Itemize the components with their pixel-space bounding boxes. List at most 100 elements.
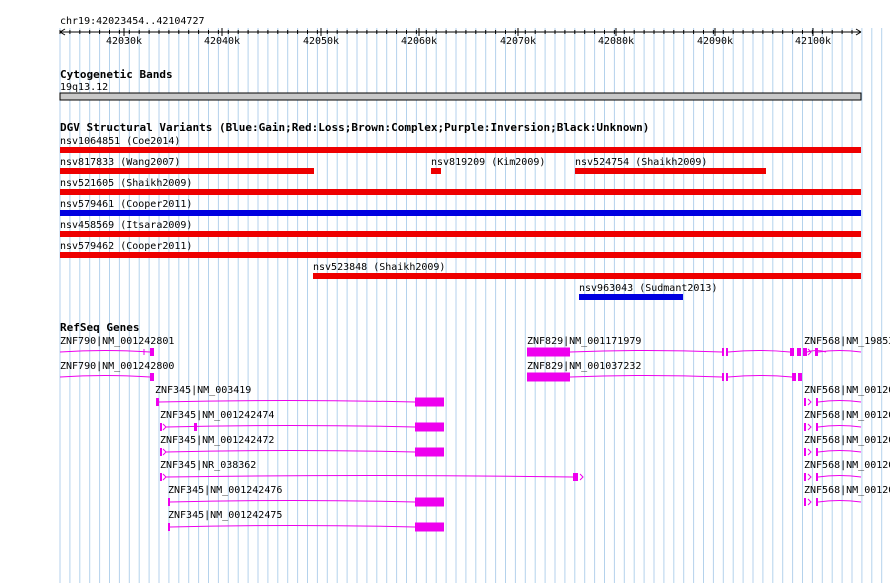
gene-exon [168, 498, 170, 506]
cytoband-track: Cytogenetic Bands 19q13.12 [59, 68, 862, 101]
refseq-title: RefSeq Genes [60, 321, 139, 334]
vertical-grid [59, 28, 883, 583]
dgv-variant-bar[interactable] [60, 231, 861, 237]
refseq-gene[interactable]: ZNF790|NM_001242800 [59, 361, 174, 381]
ruler-tick-label: 42040k [204, 36, 240, 47]
gene-exon [804, 448, 806, 456]
dgv-track: DGV Structural Variants (Blue:Gain;Red:L… [60, 121, 861, 300]
genome-browser-view: chr19:42023454..42104727 42030k 42040k 420… [0, 0, 890, 583]
dgv-variant-bar[interactable] [579, 294, 683, 300]
gene-exon [150, 348, 154, 356]
gene-label: ZNF568|NM_001204836 [804, 410, 890, 421]
dgv-variant[interactable]: nsv817833 (Wang2007) [60, 157, 314, 174]
gene-label: ZNF345|NM_001242476 [168, 485, 282, 496]
ruler-tick-label: 42060k [401, 36, 437, 47]
gene-label: ZNF345|NM_001242472 [160, 435, 274, 446]
gene-intron [169, 525, 416, 528]
region-label: chr19:42023454..42104727 [60, 16, 205, 27]
gene-exon [527, 372, 570, 382]
dgv-variant[interactable]: nsv1064851 (Coe2014) [60, 136, 861, 153]
strand-arrow [162, 423, 167, 431]
gene-exon [816, 398, 818, 406]
dgv-variant[interactable]: nsv458569 (Itsara2009) [60, 220, 861, 237]
gene-label: ZNF345|NM_003419 [155, 385, 251, 396]
gene-intron [165, 450, 416, 453]
cytoband-19q13-12[interactable] [59, 92, 862, 101]
gene-label: ZNF568|NM_001204839 [804, 485, 890, 496]
refseq-gene[interactable]: ZNF568|NM_001204838 [804, 460, 890, 481]
gene-exon [726, 348, 728, 356]
genome-browser-canvas: chr19:42023454..42104727 42030k 42040k 420… [59, 16, 890, 583]
strand-arrow [807, 473, 812, 481]
ruler-tick-label: 42070k [500, 36, 536, 47]
refseq-gene[interactable]: ZNF345|NM_001242474 [160, 410, 444, 432]
gene-exon [160, 423, 162, 431]
gene-exon [194, 423, 197, 431]
strand-arrow [162, 473, 167, 481]
dgv-variant-label: nsv1064851 (Coe2014) [60, 136, 180, 147]
ruler-tick-label: 42030k [106, 36, 142, 47]
dgv-variant-label: nsv579462 (Cooper2011) [60, 241, 192, 252]
dgv-variant-bar[interactable] [60, 147, 861, 153]
refseq-gene[interactable]: ZNF568|NM_001204839 [804, 485, 890, 506]
gene-intron [569, 350, 723, 353]
refseq-gene[interactable]: ZNF568|NM_198539 [804, 336, 890, 356]
dgv-variant-bar[interactable] [313, 273, 861, 279]
gene-label: ZNF345|NR_038362 [160, 460, 256, 471]
dgv-variant-bar[interactable] [60, 210, 861, 216]
gene-exon [415, 447, 444, 457]
refseq-gene[interactable]: ZNF345|NM_001242476 [168, 485, 444, 507]
dgv-variant[interactable]: nsv523848 (Shaikh2009) [313, 262, 861, 279]
strand-arrow [807, 498, 812, 506]
gene-exon [804, 348, 806, 356]
dgv-variant-label: nsv817833 (Wang2007) [60, 157, 180, 168]
refseq-gene[interactable]: ZNF790|NM_001242801 [59, 336, 174, 356]
dgv-variant-bar[interactable] [60, 189, 861, 195]
dgv-variant[interactable]: nsv963043 (Sudmant2013) [579, 283, 717, 300]
gene-exon [722, 348, 724, 356]
gene-exon [415, 522, 444, 532]
refseq-gene[interactable]: ZNF568|NM_001204836 [804, 410, 890, 431]
gene-exon [804, 398, 806, 406]
gene-exon [726, 373, 728, 381]
gene-exon [150, 373, 154, 381]
dgv-variant[interactable]: nsv819209 (Kim2009) [431, 157, 545, 174]
refseq-gene[interactable]: ZNF829|NM_001037232 [527, 361, 802, 382]
ruler-tick-label: 42100k [795, 36, 831, 47]
gene-exon [792, 373, 796, 381]
dgv-variant-bar[interactable] [60, 168, 314, 174]
dgv-variant[interactable]: nsv524754 (Shaikh2009) [575, 157, 766, 174]
gene-exon [168, 523, 170, 531]
dgv-variant-bar[interactable] [60, 252, 861, 258]
dgv-variant[interactable]: nsv521605 (Shaikh2009) [60, 178, 861, 195]
dgv-variant-label: nsv963043 (Sudmant2013) [579, 283, 717, 294]
refseq-gene[interactable]: ZNF829|NM_001171979 [527, 336, 827, 357]
gene-label: ZNF568|NM_198539 [804, 336, 890, 347]
refseq-gene[interactable]: ZNF345|NM_001242475 [168, 510, 444, 532]
gene-exon [804, 423, 806, 431]
dgv-variant[interactable]: nsv579461 (Cooper2011) [60, 199, 861, 216]
gene-exon [160, 448, 162, 456]
dgv-variant-label: nsv521605 (Shaikh2009) [60, 178, 192, 189]
gene-exon [415, 497, 444, 507]
dgv-variant-bar[interactable] [431, 168, 441, 174]
gene-intron [59, 375, 151, 378]
gene-exon [816, 473, 818, 481]
dgv-variant-label: nsv524754 (Shaikh2009) [575, 157, 707, 168]
gene-exon [790, 348, 794, 356]
refseq-gene[interactable]: ZNF345|NM_001242472 [160, 435, 444, 457]
gene-exon [816, 448, 818, 456]
dgv-variant[interactable]: nsv579462 (Cooper2011) [60, 241, 861, 258]
gene-exon [415, 422, 444, 432]
gene-exon [156, 398, 159, 406]
strand-arrow [579, 473, 584, 481]
gene-label: ZNF568|NM_001204835 [804, 385, 890, 396]
strand-arrow [807, 448, 812, 456]
dgv-variant-bar[interactable] [575, 168, 766, 174]
cytoband-title: Cytogenetic Bands [60, 68, 173, 81]
refseq-gene[interactable]: ZNF345|NR_038362 [160, 460, 584, 481]
gene-intron [59, 350, 151, 353]
refseq-gene[interactable]: ZNF568|NM_001204835 [804, 385, 890, 406]
gene-intron [569, 375, 723, 378]
refseq-gene[interactable]: ZNF568|NM_001204837 [804, 435, 890, 456]
